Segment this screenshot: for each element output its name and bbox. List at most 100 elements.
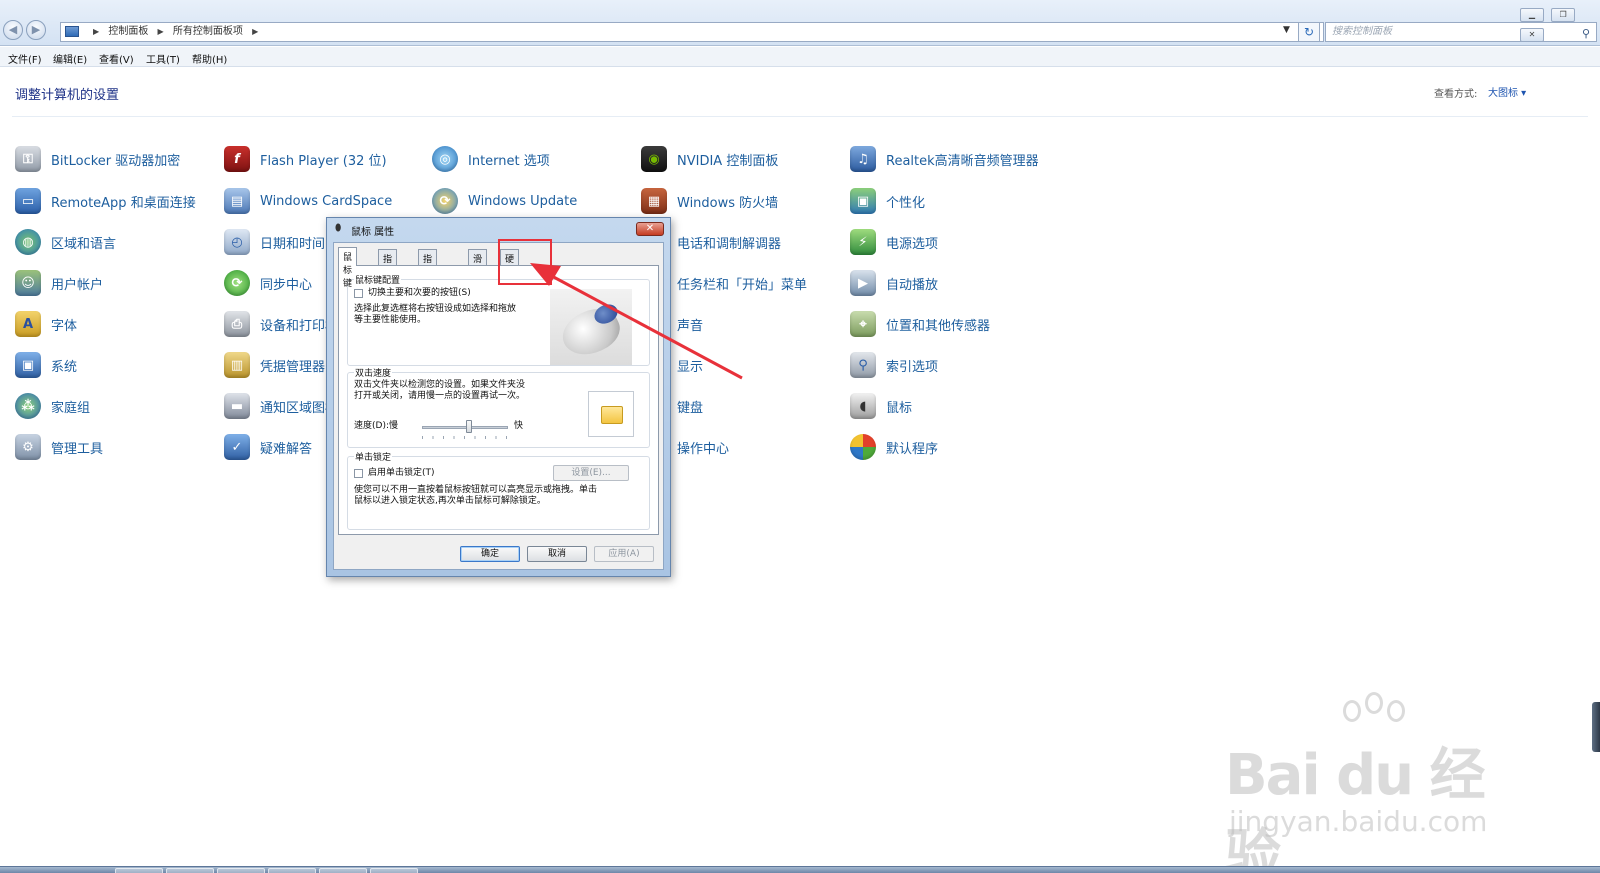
ok-button[interactable]: 确定 xyxy=(460,546,520,562)
item-cardspace[interactable]: ▤ Windows CardSpace xyxy=(224,188,392,214)
item-admin-tools[interactable]: ⚙ 管理工具 xyxy=(15,434,103,460)
item-homegroup[interactable]: ⁂ 家庭组 xyxy=(15,393,90,419)
item-label: Flash Player (32 位) xyxy=(260,153,387,169)
menu-file[interactable]: 文件(F) xyxy=(8,51,42,66)
taskbar-item[interactable] xyxy=(115,868,163,873)
audio-manager-icon: ♫ xyxy=(850,146,876,172)
tab-wheel[interactable]: 滑轮 xyxy=(468,249,488,278)
tab-pointers[interactable]: 指针 xyxy=(378,249,398,278)
search-icon[interactable]: ⚲ xyxy=(1582,25,1590,43)
address-bar[interactable]: ▶ 控制面板 ▶ 所有控制面板项 ▶ xyxy=(60,22,1324,42)
view-mode-label: 查看方式: xyxy=(1434,89,1478,100)
breadcrumb-control-panel[interactable]: 控制面板 xyxy=(108,26,148,37)
item-troubleshooting[interactable]: ✓ 疑难解答 xyxy=(224,434,312,460)
item-label: 系统 xyxy=(51,359,78,375)
item-label: RemoteApp 和桌面连接 xyxy=(51,195,196,211)
switch-buttons-label[interactable]: 切换主要和次要的按钮(S) xyxy=(368,288,471,299)
item-region-language[interactable]: ◍ 区域和语言 xyxy=(15,229,116,255)
item-default-programs[interactable]: 默认程序 xyxy=(850,434,938,460)
item-mouse[interactable]: ◖ 鼠标 xyxy=(850,393,912,419)
item-date-time[interactable]: ◴ 日期和时间 xyxy=(224,229,325,255)
item-notification-icons[interactable]: ▬ 通知区域图标 xyxy=(224,393,338,419)
double-click-desc-2: 打开或关闭，请用慢一点的设置再试一次。 xyxy=(354,391,526,401)
item-windows-update[interactable]: ⟳ Windows Update xyxy=(432,188,577,214)
item-personalization[interactable]: ▣ 个性化 xyxy=(850,188,925,214)
click-lock-settings-button[interactable]: 设置(E)... xyxy=(553,465,629,481)
speed-slow-label: 速度(D):慢 xyxy=(354,421,398,431)
cancel-button[interactable]: 取消 xyxy=(527,546,587,562)
view-mode-dropdown[interactable]: 大图标 ▾ xyxy=(1488,84,1526,99)
menu-help[interactable]: 帮助(H) xyxy=(192,51,227,66)
personalization-icon: ▣ xyxy=(850,188,876,214)
watermark-logo-text: Bai du 经验 xyxy=(1225,743,1486,873)
item-system[interactable]: ▣ 系统 xyxy=(15,352,77,378)
item-label: 默认程序 xyxy=(886,441,939,457)
taskbar-item[interactable] xyxy=(319,868,367,873)
mouse-icon: ⬮ xyxy=(335,223,342,234)
refresh-button[interactable]: ↻ xyxy=(1298,22,1320,42)
page-title: 调整计算机的设置 xyxy=(15,88,120,103)
address-dropdown-icon[interactable]: ▼ xyxy=(1283,25,1290,35)
menu-tools[interactable]: 工具(T) xyxy=(146,51,180,66)
item-internet-options[interactable]: ◎ Internet 选项 xyxy=(432,146,550,172)
taskbar-item[interactable] xyxy=(217,868,265,873)
restore-button[interactable]: ❐ xyxy=(1551,8,1576,22)
item-devices-printers[interactable]: ⎙ 设备和打印机 xyxy=(224,311,338,337)
dialog-titlebar[interactable]: ⬮ 鼠标 属性 ✕ xyxy=(327,218,670,240)
item-fonts[interactable]: A 字体 xyxy=(15,311,77,337)
click-lock-label[interactable]: 启用单击锁定(T) xyxy=(368,468,435,479)
switch-buttons-checkbox[interactable] xyxy=(354,289,363,298)
chevron-right-icon: ▶ xyxy=(93,27,100,36)
remote-desktop-icon: ▭ xyxy=(15,188,41,214)
item-firewall[interactable]: ▦ Windows 防火墙 xyxy=(641,188,778,214)
dialog-close-button[interactable]: ✕ xyxy=(636,222,664,236)
item-label: 家庭组 xyxy=(51,400,91,416)
item-power-options[interactable]: ⚡ 电源选项 xyxy=(850,229,938,255)
item-location-sensors[interactable]: ⌖ 位置和其他传感器 xyxy=(850,311,990,337)
tab-pointer-options[interactable]: 指针选项 xyxy=(418,249,438,304)
item-bitlocker[interactable]: ⚿ BitLocker 驱动器加密 xyxy=(15,146,180,172)
globe-icon: ◍ xyxy=(15,229,41,255)
search-input[interactable]: 搜索控制面板 ⚲ xyxy=(1325,22,1597,42)
item-remoteapp[interactable]: ▭ RemoteApp 和桌面连接 xyxy=(15,188,196,214)
item-flash-player[interactable]: f Flash Player (32 位) xyxy=(224,146,387,172)
speed-slider-thumb[interactable] xyxy=(466,420,473,433)
item-credential-manager[interactable]: ▥ 凭据管理器 xyxy=(224,352,325,378)
item-autoplay[interactable]: ▶ 自动播放 xyxy=(850,270,938,296)
group-double-click-speed: 双击速度 双击文件夹以检测您的设置。如果文件夹没 打开或关闭，请用慢一点的设置再… xyxy=(347,366,650,448)
speed-slider-track[interactable] xyxy=(422,426,508,429)
minimize-button[interactable]: ▁ xyxy=(1520,8,1544,22)
baidu-watermark: Bai du 经验 jingyan.baidu.com xyxy=(1225,692,1515,873)
item-label: 任务栏和「开始」菜单 xyxy=(677,277,808,293)
menu-view[interactable]: 查看(V) xyxy=(99,51,134,66)
divider xyxy=(12,116,1588,117)
item-label: 显示 xyxy=(677,359,704,375)
item-user-accounts[interactable]: ☺ 用户帐户 xyxy=(15,270,103,296)
notification-area-icon: ▬ xyxy=(224,393,250,419)
apply-button[interactable]: 应用(A) xyxy=(594,546,654,562)
close-window-button[interactable]: ✕ xyxy=(1520,28,1544,42)
speed-fast-label: 快 xyxy=(514,421,524,431)
back-button[interactable]: ◀ xyxy=(3,20,23,40)
item-label: 管理工具 xyxy=(51,441,104,457)
breadcrumb-all-items[interactable]: 所有控制面板项 xyxy=(173,26,243,37)
troubleshoot-icon: ✓ xyxy=(224,434,250,460)
item-nvidia[interactable]: ◉ NVIDIA 控制面板 xyxy=(641,146,778,172)
menu-edit[interactable]: 编辑(E) xyxy=(53,51,87,66)
tab-buttons[interactable]: 鼠标键 xyxy=(338,247,358,289)
item-sync-center[interactable]: ⟳ 同步中心 xyxy=(224,270,312,296)
item-indexing-options[interactable]: ⚲ 索引选项 xyxy=(850,352,938,378)
click-lock-checkbox[interactable] xyxy=(354,469,363,478)
item-realtek-audio[interactable]: ♫ Realtek高清晰音频管理器 xyxy=(850,146,1039,172)
taskbar-item[interactable] xyxy=(166,868,214,873)
paw-toe xyxy=(1365,692,1383,714)
users-icon: ☺ xyxy=(15,270,41,296)
item-label: 位置和其他传感器 xyxy=(886,318,991,334)
flash-icon: f xyxy=(224,146,250,172)
taskbar-item[interactable] xyxy=(370,868,418,873)
computer-icon: ▣ xyxy=(15,352,41,378)
test-folder-area[interactable] xyxy=(588,391,634,437)
forward-button[interactable]: ▶ xyxy=(26,20,46,40)
key-icon: ⚿ xyxy=(15,146,41,172)
taskbar-item[interactable] xyxy=(268,868,316,873)
